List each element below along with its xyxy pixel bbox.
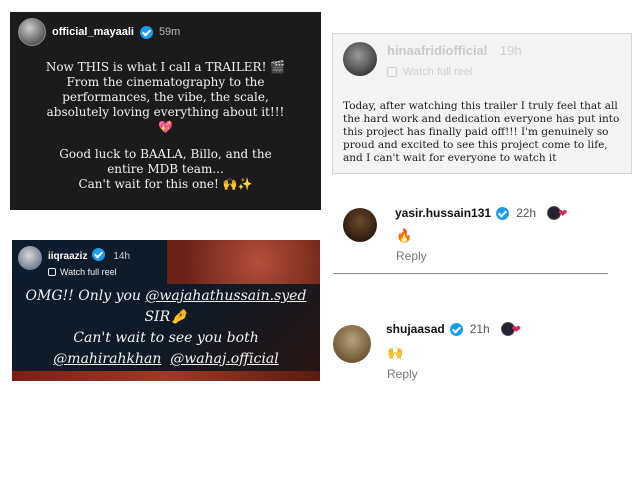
paragraph-2: Good luck to BAALA, Billo, and the entir…	[30, 147, 301, 192]
comment-text: 🙌	[387, 345, 404, 360]
username[interactable]: hinaafridiofficial	[387, 43, 487, 58]
text-segment: OMG!! Only you	[25, 288, 146, 304]
watch-full-reel-link[interactable]: Watch full reel	[387, 66, 522, 78]
verified-badge-icon	[139, 25, 153, 39]
text-line: Now THIS is what I call a TRAILER! 🎬	[45, 60, 286, 74]
text-line: Can't wait to see you both	[73, 330, 259, 346]
reel-label: Watch full reel	[403, 66, 473, 78]
story-header: hinaafridiofficial 19h Watch full reel	[343, 42, 522, 78]
mention-link[interactable]: @wahaj.official	[170, 351, 278, 367]
reel-label: Watch full reel	[60, 267, 117, 277]
story-header: official_mayaali 59m	[18, 18, 180, 46]
verified-badge-icon	[496, 206, 510, 220]
avatar[interactable]	[333, 325, 371, 363]
timestamp: 22h	[516, 206, 537, 220]
avatar[interactable]	[343, 208, 377, 242]
verified-badge-icon	[449, 322, 463, 336]
mention-link[interactable]: @mahirahkhan	[53, 351, 161, 367]
text-line: From the cinematography to the	[66, 75, 265, 89]
header-text: hinaafridiofficial 19h Watch full reel	[387, 42, 522, 78]
avatar[interactable]	[343, 42, 377, 76]
background-image	[167, 240, 320, 284]
comment-header: yasir.hussain131 22h ❤	[395, 206, 567, 220]
reply-button[interactable]: Reply	[387, 367, 418, 381]
story-card-iiqraaziz: iiqraaziz 14h Watch full reel OMG!! Only…	[12, 240, 320, 381]
text-line: Can't wait for this one! 🙌✨	[78, 177, 253, 191]
header-text: iiqraaziz 14h Watch full reel	[48, 246, 130, 277]
text-line: absolutely loving everything about it!!!	[46, 105, 285, 119]
story-header: iiqraaziz 14h Watch full reel	[18, 246, 130, 277]
comment-header: shujaasad 21h ❤	[386, 322, 521, 336]
avatar[interactable]	[18, 18, 46, 46]
username[interactable]: shujaasad	[386, 322, 445, 336]
text-line: 💖	[158, 120, 173, 134]
text-line: SIR🤌	[144, 309, 188, 325]
comment-yasir-hussain131: yasir.hussain131 22h ❤ 🔥 Reply	[333, 196, 608, 274]
reply-button[interactable]: Reply	[396, 249, 427, 263]
story-text: Now THIS is what I call a TRAILER! 🎬 Fro…	[30, 60, 301, 204]
text-line: performances, the vibe, the scale,	[62, 90, 269, 104]
story-card-official-mayaali: official_mayaali 59m Now THIS is what I …	[10, 12, 321, 210]
username[interactable]: yasir.hussain131	[395, 206, 491, 220]
story-text: OMG!! Only you @wajahathussain.syed SIR🤌…	[18, 286, 314, 370]
timestamp: 21h	[469, 322, 490, 336]
timestamp: 59m	[158, 26, 181, 38]
creator-liked-icon: ❤	[547, 206, 567, 220]
watch-full-reel-link[interactable]: Watch full reel	[48, 267, 130, 277]
timestamp: 14h	[113, 251, 131, 262]
background-image	[12, 371, 320, 381]
mention-link[interactable]: @wajahathussain.syed	[145, 288, 306, 304]
text-line: entire MDB team...	[107, 162, 224, 176]
comment-shujaasad: shujaasad 21h ❤ 🙌 Reply	[330, 312, 607, 388]
username[interactable]: official_mayaali	[52, 26, 134, 38]
timestamp: 19h	[499, 43, 522, 58]
story-text: Today, after watching this trailer I tru…	[343, 100, 620, 164]
reel-icon	[387, 67, 397, 77]
story-card-hinaafridiofficial: hinaafridiofficial 19h Watch full reel T…	[332, 33, 632, 174]
username[interactable]: iiqraaziz	[48, 251, 87, 262]
paragraph-1: Now THIS is what I call a TRAILER! 🎬 Fro…	[30, 60, 301, 135]
text-line: Good luck to BAALA, Billo, and the	[59, 147, 272, 161]
avatar[interactable]	[18, 246, 42, 270]
verified-badge-icon	[91, 248, 105, 262]
comment-text: 🔥	[396, 228, 413, 243]
reel-icon	[48, 268, 56, 276]
creator-liked-icon: ❤	[500, 322, 521, 336]
